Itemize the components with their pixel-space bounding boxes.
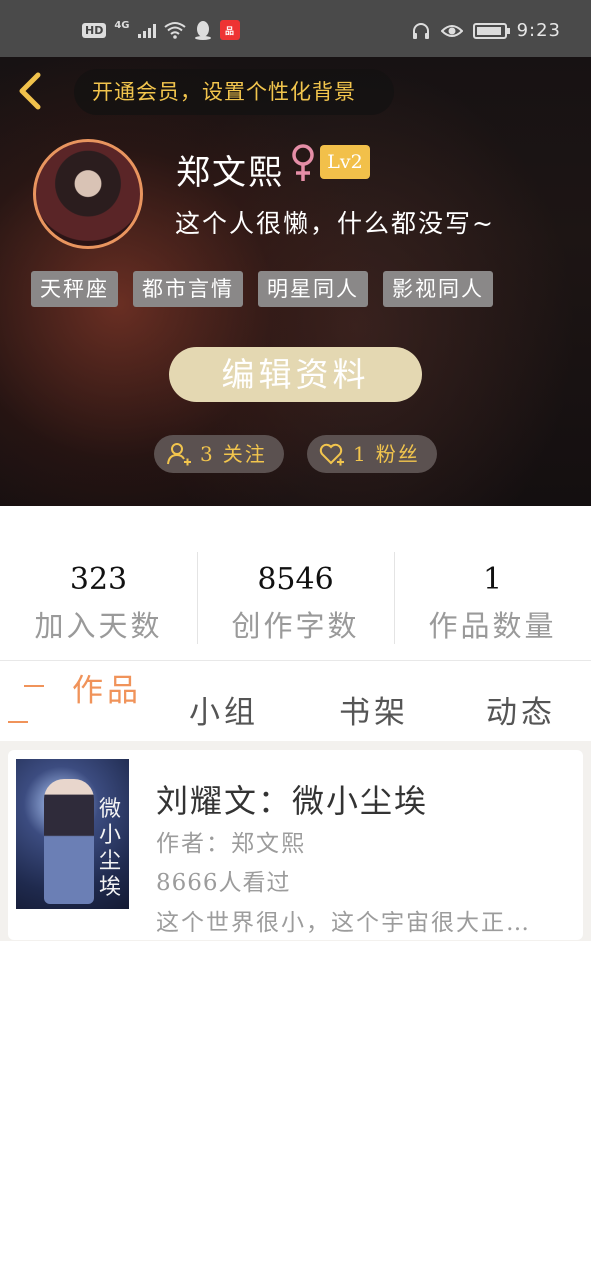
tab-works[interactable]: 作品	[72, 665, 142, 745]
stat-value: 1	[482, 562, 503, 597]
add-user-icon	[167, 443, 191, 466]
heart-plus-icon	[319, 443, 344, 466]
work-card[interactable]: 微小尘埃 刘耀文：微小尘埃 作者：郑文熙 8666人看过 这个世界很小，这个宇宙…	[8, 750, 583, 940]
fans-count: 1	[353, 442, 368, 466]
eye-icon	[440, 24, 463, 37]
status-bar-left: HD 4G 品	[82, 20, 240, 40]
tag-list: 天秤座 都市言情 明星同人 影视同人	[31, 271, 493, 307]
qq-icon	[194, 21, 211, 40]
profile-header: 开通会员，设置个性化背景 郑文熙 Lv2 这个人很懒，什么都没写~ 天秤座 都市…	[0, 57, 591, 506]
headset-icon	[412, 22, 429, 39]
active-tab-indicator	[8, 721, 28, 723]
female-icon	[292, 144, 314, 181]
tag-item[interactable]: 都市言情	[133, 271, 243, 307]
work-description: 这个世界很小，这个宇宙很大正…	[156, 910, 531, 936]
stats-row: 323 加入天数 8546 创作字数 1 作品数量	[0, 552, 591, 648]
profile-tabs: 作品 小组 书架 动态	[0, 661, 591, 741]
work-views: 8666人看过	[156, 870, 291, 896]
avatar[interactable]	[33, 139, 143, 249]
stat-label: 加入天数	[34, 609, 163, 643]
back-arrow-icon[interactable]	[12, 71, 52, 111]
tag-item[interactable]: 天秤座	[31, 271, 118, 307]
fans-label: 粉丝	[375, 442, 420, 466]
level-badge: Lv2	[320, 145, 370, 179]
work-title[interactable]: 刘耀文：微小尘埃	[156, 776, 428, 822]
stat-join-days[interactable]: 323 加入天数	[0, 552, 197, 648]
cover-title: 微小尘埃	[98, 797, 121, 900]
app-icon: 品	[219, 20, 240, 40]
book-cover[interactable]: 微小尘埃	[16, 759, 129, 909]
following-button[interactable]: 3 关注	[154, 435, 284, 473]
status-bar: HD 4G 品 9:23	[0, 0, 591, 57]
following-label: 关注	[222, 442, 267, 466]
battery-icon	[472, 22, 510, 39]
stat-value: 8546	[257, 562, 334, 597]
work-author: 作者：郑文熙	[156, 831, 306, 857]
hd-icon: HD	[82, 22, 107, 38]
cover-figure	[44, 779, 94, 904]
stat-works-count[interactable]: 1 作品数量	[394, 552, 591, 648]
tag-item[interactable]: 影视同人	[383, 271, 493, 307]
stat-word-count[interactable]: 8546 创作字数	[197, 552, 394, 648]
stat-label: 创作字数	[231, 609, 360, 643]
tag-item[interactable]: 明星同人	[258, 271, 368, 307]
edit-profile-button[interactable]: 编辑资料	[169, 347, 422, 402]
network-type-label: 4G	[114, 19, 130, 31]
stat-value: 323	[69, 562, 128, 597]
stat-label: 作品数量	[428, 609, 557, 643]
status-bar-right: 9:23	[411, 20, 561, 41]
status-time: 9:23	[516, 20, 561, 41]
following-count: 3	[200, 442, 215, 466]
active-tab-indicator	[24, 685, 44, 687]
signal-icon	[137, 22, 156, 38]
wifi-icon	[163, 22, 186, 39]
username: 郑文熙	[176, 153, 284, 193]
user-signature: 这个人很懒，什么都没写~	[175, 209, 495, 238]
vip-banner[interactable]: 开通会员，设置个性化背景	[74, 69, 394, 115]
fans-button[interactable]: 1 粉丝	[307, 435, 437, 473]
